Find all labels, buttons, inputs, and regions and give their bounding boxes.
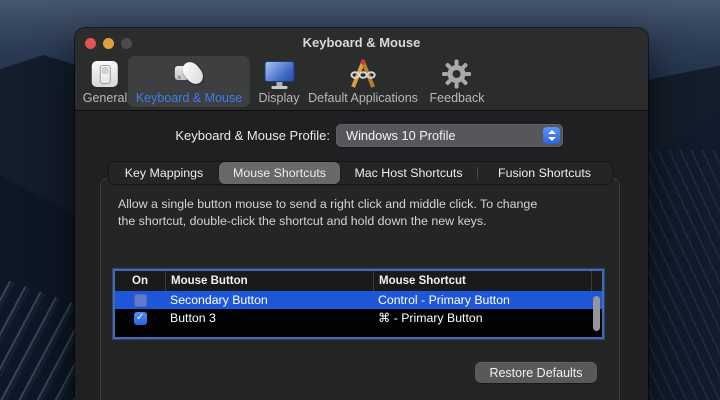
column-header-on[interactable]: On	[115, 271, 165, 291]
toolbar-item-keyboard-mouse[interactable]: Keyboard & Mouse	[128, 56, 250, 107]
dropdown-stepper-icon	[543, 127, 560, 144]
toolbar-item-label: Default Applications	[308, 91, 418, 105]
description-line: Allow a single button mouse to send a ri…	[118, 196, 596, 213]
general-switch-icon	[92, 58, 118, 90]
column-header-mouse-shortcut[interactable]: Mouse Shortcut	[373, 271, 591, 291]
preferences-toolbar: General Keyboard & Mouse Display	[75, 55, 648, 111]
row-checkbox-cell	[115, 291, 165, 309]
profile-dropdown[interactable]: Windows 10 Profile	[336, 124, 563, 147]
display-monitor-icon	[263, 58, 295, 90]
tab-key-mappings[interactable]: Key Mappings	[109, 162, 219, 184]
scrollbar-gutter	[591, 271, 602, 291]
chevron-down-icon	[548, 137, 556, 141]
toolbar-item-general[interactable]: General	[75, 56, 135, 107]
vertical-scrollbar-thumb[interactable]	[593, 296, 600, 331]
mouse-shortcut-cell[interactable]: Control - Primary Button	[373, 291, 591, 309]
mouse-shortcuts-description: Allow a single button mouse to send a ri…	[118, 196, 596, 229]
toolbar-item-feedback[interactable]: Feedback	[422, 56, 493, 107]
profile-dropdown-value: Windows 10 Profile	[346, 124, 456, 147]
keyboard-mouse-icon	[172, 58, 206, 90]
toolbar-item-display[interactable]: Display	[251, 56, 308, 107]
default-applications-icon	[346, 58, 380, 90]
titlebar[interactable]: Keyboard & Mouse	[75, 28, 648, 55]
shortcuts-tab-bar: Key Mappings Mouse Shortcuts Mac Host Sh…	[108, 161, 613, 185]
toolbar-item-label: Display	[259, 91, 300, 105]
tab-mouse-shortcuts[interactable]: Mouse Shortcuts	[219, 162, 340, 184]
column-header-mouse-button[interactable]: Mouse Button	[165, 271, 373, 291]
chevron-up-icon	[548, 130, 556, 134]
mouse-button-cell[interactable]: Button 3	[165, 309, 373, 327]
restore-defaults-button[interactable]: Restore Defaults	[475, 362, 597, 383]
toolbar-item-label: Keyboard & Mouse	[136, 91, 242, 105]
checkbox-checked-icon[interactable]	[134, 312, 147, 325]
tab-fusion-shortcuts[interactable]: Fusion Shortcuts	[477, 162, 612, 184]
tab-mac-host-shortcuts[interactable]: Mac Host Shortcuts	[340, 162, 477, 184]
toolbar-item-default-applications[interactable]: Default Applications	[300, 56, 426, 107]
window-title: Keyboard & Mouse	[75, 28, 648, 55]
mouse-button-cell[interactable]: Secondary Button	[165, 291, 373, 309]
profile-label: Keyboard & Mouse Profile:	[75, 124, 330, 147]
description-line: the shortcut, double-click the shortcut …	[118, 213, 596, 230]
table-row[interactable]: Secondary Button Control - Primary Butto…	[115, 291, 602, 309]
toolbar-item-label: General	[83, 91, 127, 105]
row-checkbox-cell	[115, 309, 165, 327]
toolbar-item-label: Feedback	[430, 91, 485, 105]
checkbox-unchecked-icon[interactable]	[134, 294, 147, 307]
table-header-row: On Mouse Button Mouse Shortcut	[115, 271, 602, 291]
preferences-window: Keyboard & Mouse General Keyboard & Mous…	[75, 28, 648, 400]
gear-icon	[442, 58, 472, 90]
mouse-shortcut-cell[interactable]: ⌘ - Primary Button	[373, 309, 591, 327]
mouse-shortcuts-table: On Mouse Button Mouse Shortcut Secondary…	[113, 269, 604, 339]
table-row[interactable]: Button 3 ⌘ - Primary Button	[115, 309, 602, 327]
